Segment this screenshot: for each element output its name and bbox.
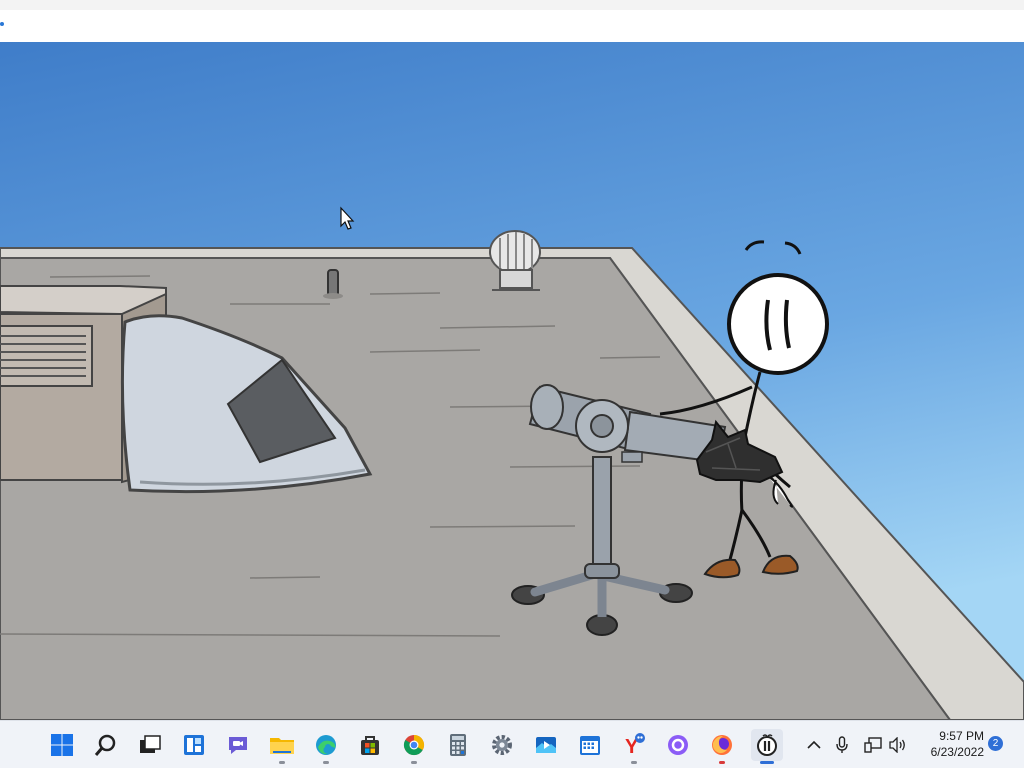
taskbar: Y 9:57 PM 6/23/2022 xyxy=(0,720,1024,768)
clock-date: 6/23/2022 xyxy=(930,745,984,759)
taskbar-active-indicator xyxy=(760,761,774,764)
taskbar-running-indicator xyxy=(323,761,329,764)
taskbar-running-indicator xyxy=(719,761,725,764)
network-icon[interactable] xyxy=(862,721,884,769)
show-hidden-icons-chevron-up-icon[interactable] xyxy=(802,721,826,769)
taskbar-running-indicator xyxy=(279,761,285,764)
notification-badge[interactable]: 2 xyxy=(988,736,1003,751)
folder-icon[interactable] xyxy=(266,729,298,764)
yandex-icon[interactable]: Y xyxy=(618,729,650,764)
windows-start-icon[interactable] xyxy=(46,729,78,761)
alice-icon[interactable] xyxy=(662,729,694,761)
media-player-icon[interactable] xyxy=(530,729,562,761)
edge-icon[interactable] xyxy=(310,729,342,764)
game-app-icon[interactable] xyxy=(751,729,783,764)
taskbar-clock[interactable]: 9:57 PM 6/23/2022 xyxy=(914,728,984,760)
taskbar-running-indicator xyxy=(631,761,637,764)
taskbar-running-indicator xyxy=(411,761,417,764)
firefox-icon[interactable] xyxy=(706,729,738,764)
window-title-bar xyxy=(0,0,1024,43)
task-view-icon[interactable] xyxy=(134,729,166,761)
widgets-icon[interactable] xyxy=(178,729,210,761)
store-icon[interactable] xyxy=(354,729,386,761)
volume-icon[interactable] xyxy=(886,721,910,769)
calendar-icon[interactable] xyxy=(574,729,606,761)
clock-time: 9:57 PM xyxy=(939,729,984,743)
search-icon[interactable] xyxy=(90,729,122,761)
microphone-icon[interactable] xyxy=(830,721,854,769)
scene-canvas[interactable] xyxy=(0,42,1024,720)
chat-icon[interactable] xyxy=(222,729,254,761)
window-top-strip xyxy=(0,0,1024,10)
calculator-icon[interactable] xyxy=(442,729,474,761)
gear-icon[interactable] xyxy=(486,729,518,761)
tab-indicator xyxy=(0,22,4,26)
chrome-icon[interactable] xyxy=(398,729,430,764)
game-scene[interactable] xyxy=(0,42,1024,720)
